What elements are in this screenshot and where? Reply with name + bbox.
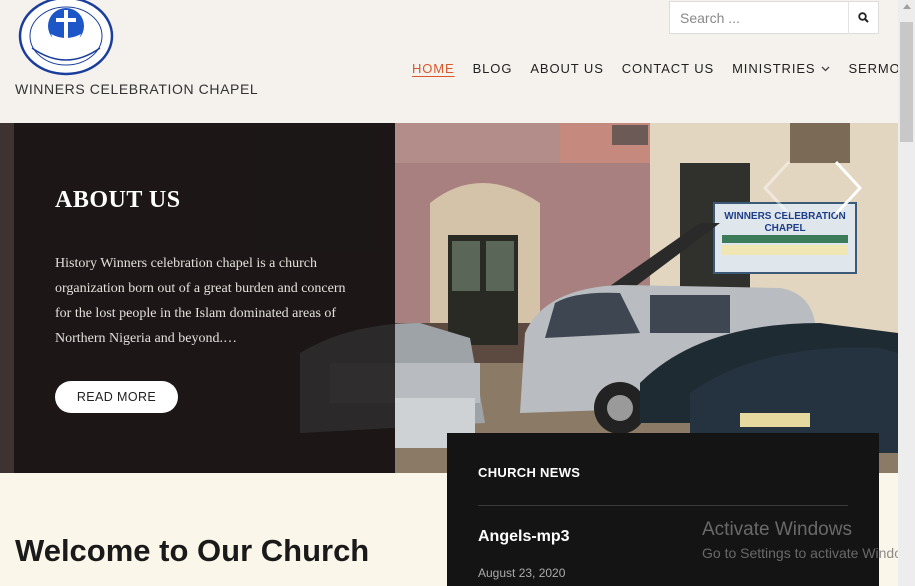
- search-box: [669, 1, 879, 34]
- news-item-title[interactable]: Angels-mp3: [478, 528, 570, 546]
- nav-ministries[interactable]: MINISTRIES: [732, 61, 830, 76]
- search-input[interactable]: [670, 2, 848, 33]
- nav-home[interactable]: HOME: [412, 61, 455, 76]
- site-logo-area[interactable]: WINNERS CELEBRATION CHAPEL: [14, 0, 258, 100]
- chevron-down-icon: [822, 66, 830, 71]
- about-panel: ABOUT US History Winners celebration cha…: [14, 123, 395, 473]
- church-news-panel: CHURCH NEWS Angels-mp3 August 23, 2020: [447, 433, 879, 586]
- scrollbar-thumb[interactable]: [900, 22, 913, 142]
- nav-contact-us[interactable]: CONTACT US: [622, 61, 714, 76]
- nav-blog[interactable]: BLOG: [473, 61, 513, 76]
- news-item-date: August 23, 2020: [478, 566, 566, 580]
- slider-next-arrow-icon[interactable]: [832, 158, 864, 218]
- church-logo[interactable]: [18, 0, 114, 78]
- about-title: ABOUT US: [55, 187, 181, 213]
- news-heading: CHURCH NEWS: [478, 465, 581, 480]
- nav-about-us[interactable]: ABOUT US: [530, 61, 603, 76]
- nav-ministries-label: MINISTRIES: [732, 61, 816, 76]
- scroll-up-icon[interactable]: [903, 4, 911, 9]
- svg-text:CHAPEL: CHAPEL: [764, 223, 805, 234]
- page-scrollbar[interactable]: [898, 0, 915, 586]
- search-button[interactable]: [848, 2, 878, 33]
- about-text: History Winners celebration chapel is a …: [55, 256, 346, 346]
- news-divider: [478, 505, 848, 506]
- read-more-button[interactable]: READ MORE: [55, 381, 178, 413]
- welcome-heading: Welcome to Our Church: [15, 533, 370, 568]
- site-name[interactable]: WINNERS CELEBRATION CHAPEL: [15, 81, 258, 97]
- main-nav: HOME BLOG ABOUT US CONTACT US MINISTRIES…: [412, 61, 915, 76]
- slider-prev-arrow-icon[interactable]: [761, 158, 793, 218]
- search-icon: [858, 12, 869, 23]
- hero-slider: WINNERS CELEBRATION CHAPEL ABOUT US Hist…: [0, 123, 898, 473]
